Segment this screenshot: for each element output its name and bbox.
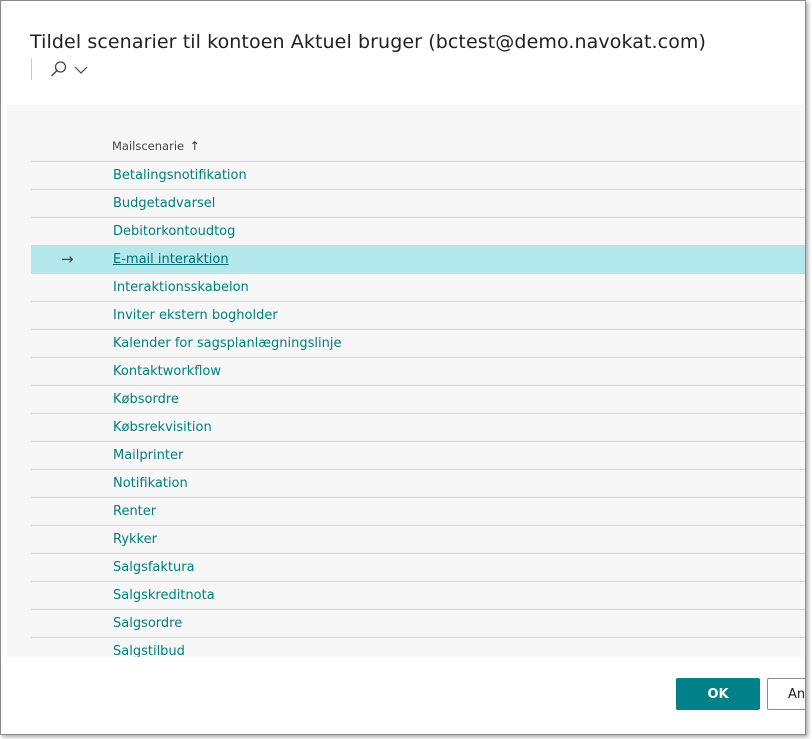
table-row[interactable]: Inviter ekstern bogholder bbox=[31, 301, 805, 329]
column-header-label: Mailscenarie bbox=[112, 139, 185, 153]
mailscenarie-cell[interactable]: Kontaktworkflow bbox=[113, 364, 221, 379]
mailscenarie-cell[interactable]: Interaktionsskabelon bbox=[113, 280, 249, 295]
toolbar bbox=[31, 57, 111, 81]
table-row[interactable]: Købsordre bbox=[31, 385, 805, 413]
mailscenarie-cell[interactable]: Mailprinter bbox=[113, 448, 183, 463]
mailscenarie-cell[interactable]: Købsrekvisition bbox=[113, 420, 212, 435]
mailscenarie-cell[interactable]: Budgetadvarsel bbox=[113, 196, 215, 211]
mailscenarie-cell[interactable]: Renter bbox=[113, 504, 156, 519]
table-row[interactable]: Renter bbox=[31, 497, 805, 525]
mailscenarie-cell[interactable]: Salgsfaktura bbox=[113, 560, 195, 575]
table-row[interactable]: Betalingsnotifikation bbox=[31, 161, 805, 189]
table-row[interactable]: Købsrekvisition bbox=[31, 413, 805, 441]
mailscenarie-cell[interactable]: Betalingsnotifikation bbox=[113, 168, 247, 183]
table-row[interactable]: Debitorkontoudtog bbox=[31, 217, 805, 245]
chevron-down-icon bbox=[74, 66, 88, 74]
ok-button[interactable]: OK bbox=[676, 678, 760, 710]
search-button[interactable] bbox=[47, 59, 91, 79]
mailscenarie-cell[interactable]: Kalender for sagsplanlægningslinje bbox=[113, 336, 342, 351]
table-row[interactable]: Budgetadvarsel bbox=[31, 189, 805, 217]
table-row[interactable]: Salgsordre bbox=[31, 609, 805, 637]
sort-ascending-icon: ↑ bbox=[189, 139, 200, 153]
list-content: Mailscenarie ↑ Betalingsnotifikation Budg… bbox=[7, 105, 805, 657]
table-row[interactable]: Mailprinter bbox=[31, 441, 805, 469]
column-header-mailscenarie[interactable]: Mailscenarie ↑ bbox=[112, 139, 200, 153]
dialog-footer: OK Annuller bbox=[1, 657, 805, 734]
row-more-options-icon[interactable]: ⋮ bbox=[799, 249, 805, 267]
table-rows: Betalingsnotifikation Budgetadvarsel Debit… bbox=[31, 161, 805, 657]
mailscenarie-cell[interactable]: Købsordre bbox=[113, 392, 179, 407]
cancel-button[interactable]: Annuller bbox=[767, 678, 805, 710]
search-icon bbox=[51, 61, 67, 77]
mailscenarie-cell[interactable]: Debitorkontoudtog bbox=[113, 224, 235, 239]
mailscenarie-cell[interactable]: Rykker bbox=[113, 532, 157, 547]
table-row[interactable]: Interaktionsskabelon bbox=[31, 273, 805, 301]
table-row[interactable]: Kontaktworkflow bbox=[31, 357, 805, 385]
toolbar-separator bbox=[31, 58, 32, 80]
table-row[interactable]: Kalender for sagsplanlægningslinje bbox=[31, 329, 805, 357]
mailscenarie-cell[interactable]: Salgstilbud bbox=[113, 644, 185, 657]
table-row[interactable]: Salgstilbud bbox=[31, 637, 805, 657]
dialog: Tildel scenarier til kontoen Aktuel brug… bbox=[0, 0, 806, 735]
mailscenarie-cell[interactable]: Salgskreditnota bbox=[113, 588, 215, 603]
table-row[interactable]: Salgskreditnota bbox=[31, 581, 805, 609]
table-row[interactable]: → E-mail interaktion ⋮ bbox=[31, 245, 805, 273]
table-row[interactable]: Salgsfaktura bbox=[31, 553, 805, 581]
mailscenarie-cell[interactable]: Salgsordre bbox=[113, 616, 182, 631]
dialog-title: Tildel scenarier til kontoen Aktuel brug… bbox=[30, 31, 707, 53]
table-row[interactable]: Notifikation bbox=[31, 469, 805, 497]
mailscenarie-cell[interactable]: E-mail interaktion bbox=[113, 252, 229, 267]
mailscenarie-cell[interactable]: Inviter ekstern bogholder bbox=[113, 308, 278, 323]
mailscenarie-cell[interactable]: Notifikation bbox=[113, 476, 188, 491]
row-selected-arrow-icon: → bbox=[61, 250, 74, 268]
table-row[interactable]: Rykker bbox=[31, 525, 805, 553]
